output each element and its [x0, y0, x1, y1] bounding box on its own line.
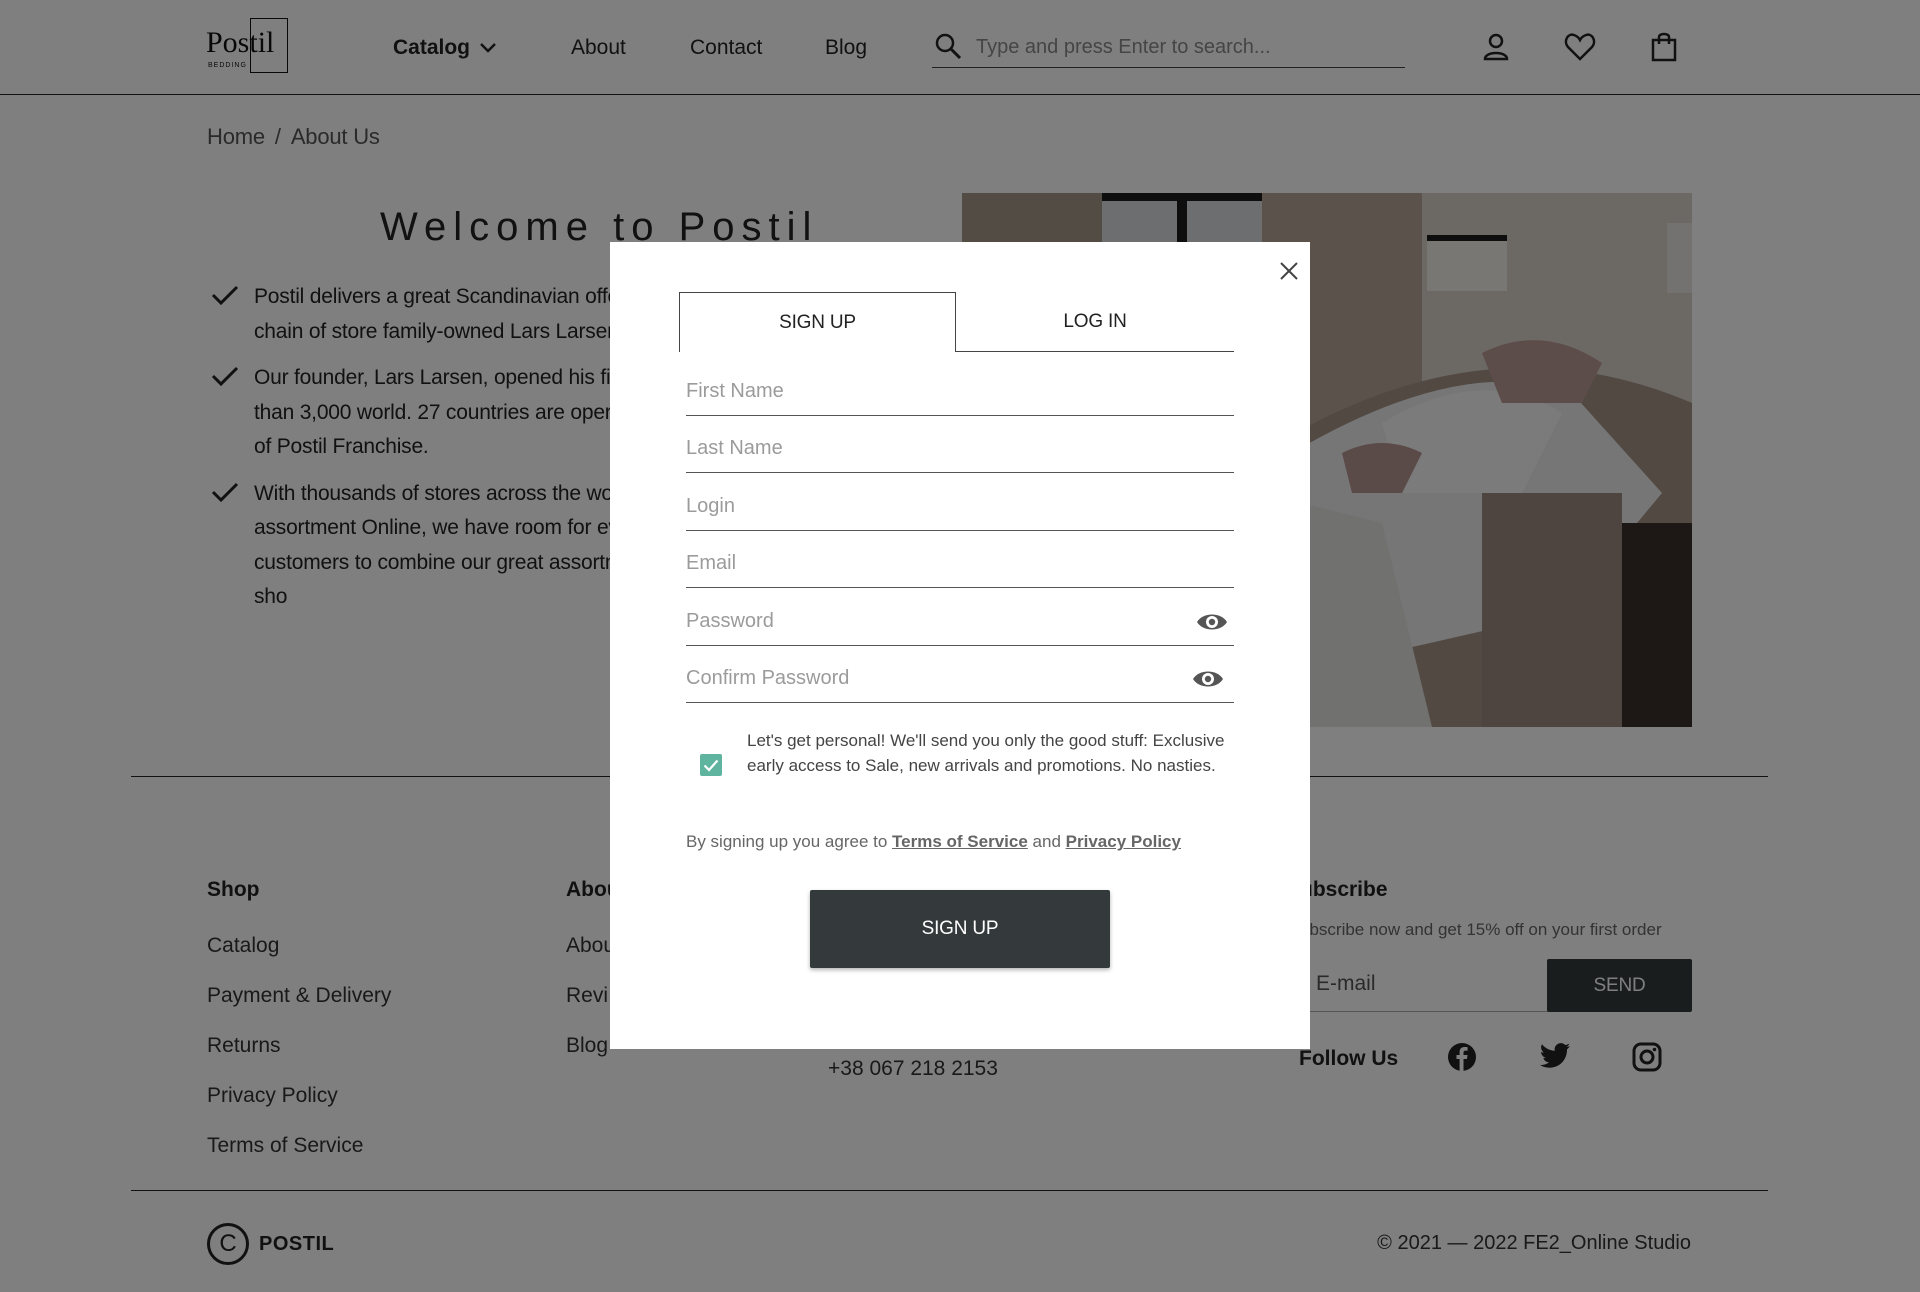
close-icon: [1280, 262, 1298, 280]
first-name-placeholder: First Name: [686, 380, 784, 402]
tab-log-in[interactable]: LOG IN: [956, 292, 1234, 352]
auth-tabs: SIGN UP LOG IN: [679, 292, 1234, 352]
login-placeholder: Login: [686, 495, 735, 517]
terms-prefix: By signing up you agree to: [686, 832, 888, 851]
privacy-policy-link[interactable]: Privacy Policy: [1066, 832, 1181, 851]
terms-and: and: [1032, 832, 1061, 851]
signup-modal: SIGN UP LOG IN First Name Last Name Logi…: [610, 242, 1310, 1049]
confirm-password-field[interactable]: Confirm Password: [686, 659, 1234, 703]
consent-checkbox[interactable]: [700, 754, 722, 776]
terms-notice: By signing up you agree to Terms of Serv…: [686, 832, 1181, 852]
password-field[interactable]: Password: [686, 602, 1234, 646]
sign-up-button[interactable]: SIGN UP: [810, 890, 1110, 968]
confirm-password-placeholder: Confirm Password: [686, 667, 850, 689]
close-button[interactable]: [1274, 256, 1304, 286]
eye-icon[interactable]: [1192, 669, 1224, 689]
email-field[interactable]: Email: [686, 544, 1234, 588]
eye-icon[interactable]: [1196, 612, 1228, 632]
email-placeholder: Email: [686, 552, 737, 574]
tab-sign-up[interactable]: SIGN UP: [679, 292, 956, 352]
first-name-field[interactable]: First Name: [686, 372, 1234, 416]
last-name-field[interactable]: Last Name: [686, 429, 1234, 473]
last-name-placeholder: Last Name: [686, 437, 783, 459]
checkmark-icon: [703, 759, 719, 772]
consent-text: Let's get personal! We'll send you only …: [747, 731, 1225, 775]
password-placeholder: Password: [686, 610, 774, 632]
login-field[interactable]: Login: [686, 487, 1234, 531]
terms-of-service-link[interactable]: Terms of Service: [892, 832, 1028, 851]
